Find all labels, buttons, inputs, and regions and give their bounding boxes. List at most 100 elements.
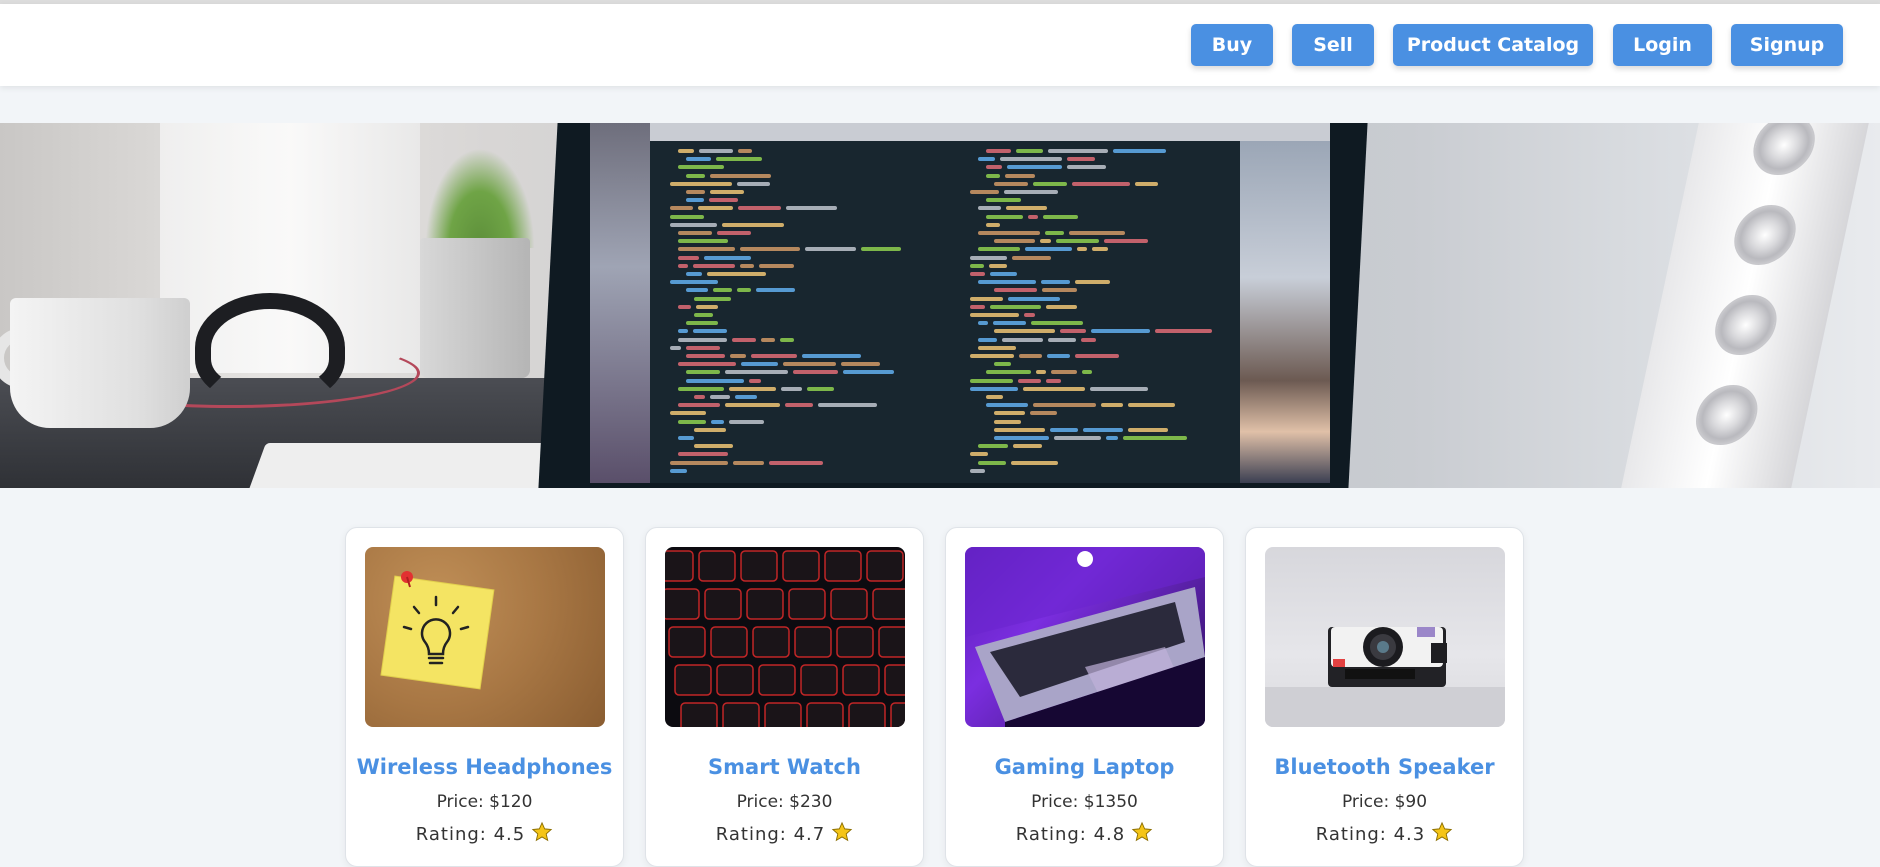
code-line xyxy=(970,255,1007,260)
code-line xyxy=(686,173,705,178)
product-name[interactable]: Bluetooth Speaker xyxy=(1246,755,1523,779)
code-line xyxy=(686,345,720,350)
code-line xyxy=(1135,181,1158,186)
speaker-tower xyxy=(1621,123,1869,488)
code-line xyxy=(1083,427,1123,432)
product-card[interactable]: Bluetooth Speaker Price: $90 Rating: 4.3 xyxy=(1245,527,1524,867)
code-line xyxy=(994,436,1049,440)
keyboard-key xyxy=(668,626,706,658)
code-line xyxy=(1048,337,1076,342)
code-line xyxy=(686,288,708,293)
keyboard-key xyxy=(752,626,790,658)
code-line xyxy=(986,222,1000,227)
code-line xyxy=(994,239,1035,244)
code-line xyxy=(970,468,985,473)
navbar: Buy Sell Product Catalog Login Signup xyxy=(0,4,1880,86)
code-line xyxy=(1104,239,1148,244)
product-name[interactable]: Wireless Headphones xyxy=(346,755,623,779)
code-line xyxy=(751,354,797,358)
product-price: Price: $90 xyxy=(1341,792,1428,812)
code-line xyxy=(978,460,1006,465)
keyboard-key xyxy=(872,588,905,620)
code-line xyxy=(986,403,1028,408)
code-line xyxy=(725,403,780,408)
code-line xyxy=(805,247,856,252)
product-name[interactable]: Gaming Laptop xyxy=(946,755,1223,779)
code-line xyxy=(694,395,705,399)
code-line xyxy=(1000,157,1062,162)
code-line xyxy=(1002,337,1043,342)
code-line xyxy=(740,247,800,252)
login-button[interactable]: Login xyxy=(1613,24,1712,66)
code-line xyxy=(986,165,1002,170)
product-grid: Wireless Headphones Price: $120 Rating: … xyxy=(345,527,1525,867)
keyboard-key xyxy=(884,664,905,696)
code-line xyxy=(993,321,1026,326)
code-line xyxy=(678,239,728,244)
code-line xyxy=(670,411,706,416)
product-card[interactable]: Gaming Laptop Price: $1350 Rating: 4.8 xyxy=(945,527,1224,867)
headphones xyxy=(195,293,345,403)
code-line xyxy=(737,181,770,186)
sell-button[interactable]: Sell xyxy=(1292,24,1374,66)
code-line xyxy=(713,288,732,293)
code-line xyxy=(709,198,738,203)
code-line xyxy=(986,370,1031,375)
code-line xyxy=(678,255,699,260)
product-catalog-button[interactable]: Product Catalog xyxy=(1393,24,1593,66)
code-line xyxy=(749,378,761,383)
code-line xyxy=(678,362,736,367)
code-line xyxy=(1067,157,1095,162)
code-line xyxy=(740,263,754,268)
code-line xyxy=(978,280,1036,285)
product-name[interactable]: Smart Watch xyxy=(646,755,923,779)
code-line xyxy=(670,345,681,350)
code-line xyxy=(986,395,1003,399)
code-line xyxy=(994,419,1021,424)
code-line xyxy=(1018,378,1041,383)
code-line xyxy=(732,337,756,342)
buy-button[interactable]: Buy xyxy=(1191,24,1273,66)
code-line xyxy=(781,386,802,391)
code-line xyxy=(986,173,1000,178)
code-line xyxy=(802,354,861,358)
code-line xyxy=(1060,329,1086,334)
code-line xyxy=(1048,149,1108,153)
code-line xyxy=(1040,239,1051,244)
code-line xyxy=(786,206,837,211)
code-line xyxy=(1106,436,1118,440)
code-editor xyxy=(650,141,1250,483)
code-line xyxy=(780,337,794,342)
code-line xyxy=(761,337,775,342)
code-line xyxy=(678,231,712,235)
code-line xyxy=(1013,444,1042,449)
code-line xyxy=(1069,231,1125,235)
keyboard-key xyxy=(710,626,748,658)
code-line xyxy=(729,419,764,424)
code-line xyxy=(978,231,1040,235)
code-line xyxy=(861,247,901,252)
code-line xyxy=(696,304,718,309)
code-line xyxy=(1075,280,1110,285)
code-line xyxy=(756,288,795,293)
code-line xyxy=(1046,304,1077,309)
keyboard-key xyxy=(698,550,736,582)
code-line xyxy=(678,386,724,391)
code-line xyxy=(670,181,732,186)
code-line xyxy=(986,198,1021,203)
code-line xyxy=(694,296,731,301)
keyboard xyxy=(244,443,576,488)
code-line xyxy=(738,149,752,153)
product-price: Price: $230 xyxy=(736,792,833,812)
code-line xyxy=(843,370,894,375)
code-line xyxy=(735,395,757,399)
product-card[interactable]: Wireless Headphones Price: $120 Rating: … xyxy=(345,527,624,867)
code-line xyxy=(978,247,1020,252)
product-card[interactable]: Smart Watch Price: $230 Rating: 4.7 xyxy=(645,527,924,867)
code-line xyxy=(707,272,766,276)
speaker-cone xyxy=(1728,205,1802,265)
code-line xyxy=(1033,403,1096,408)
code-line xyxy=(725,370,788,375)
signup-button[interactable]: Signup xyxy=(1731,24,1843,66)
code-line xyxy=(1155,329,1212,334)
